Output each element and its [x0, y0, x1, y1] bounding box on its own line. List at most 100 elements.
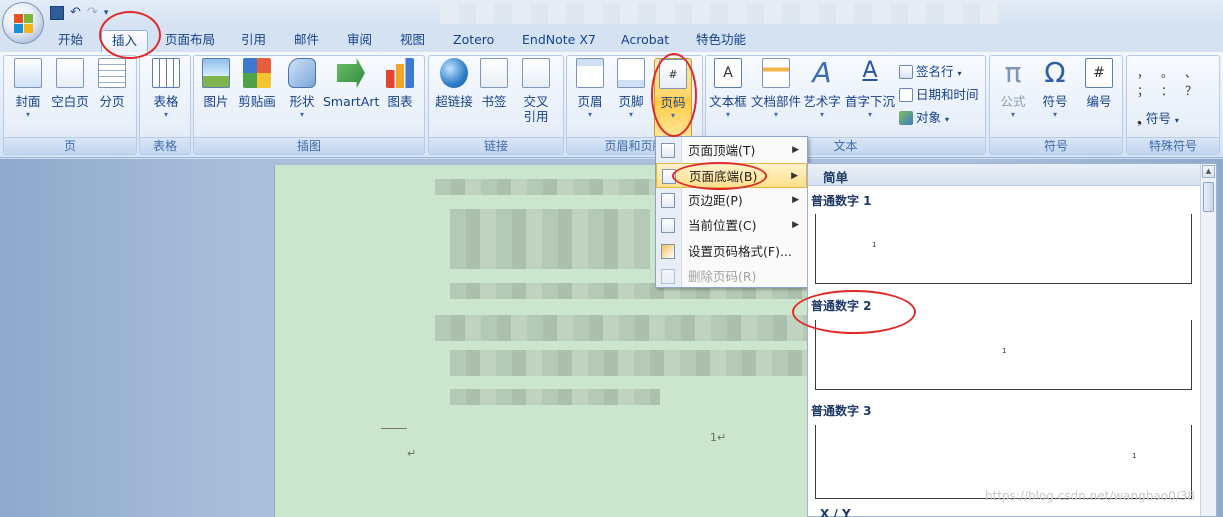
hyperlink-button[interactable]: 超链接	[433, 58, 475, 110]
equation-button[interactable]: π 公式 ▾	[996, 58, 1030, 120]
chart-button[interactable]: 图表	[382, 58, 418, 110]
page-number-menu: 页面顶端(T) ▶ 页面底端(B) ▶ 页边距(P) ▶ 当前位置(C) ▶ 设…	[655, 136, 808, 288]
dropdown-arrow-icon: ▾	[299, 110, 304, 119]
omega-icon: Ω	[1044, 56, 1066, 89]
gallery-item-plain-number-1[interactable]: 1	[815, 214, 1192, 284]
bookmark-button[interactable]: 书签	[478, 58, 510, 110]
current-position-icon	[661, 218, 675, 233]
thumb-page-number: 1	[1002, 347, 1007, 355]
blank-page-button[interactable]: 空白页	[49, 58, 91, 110]
footer-button[interactable]: 页脚 ▾	[614, 58, 648, 120]
symbol-comma[interactable]: ，	[1137, 64, 1161, 82]
submenu-arrow-icon: ▶	[792, 195, 799, 205]
drop-cap-icon: A	[862, 58, 878, 83]
picture-button[interactable]: 图片	[200, 58, 232, 110]
shapes-button[interactable]: 形状 ▾	[282, 58, 322, 120]
menu-item-top-of-page[interactable]: 页面顶端(T) ▶	[656, 138, 807, 163]
tab-page-layout[interactable]: 页面布局	[155, 30, 225, 52]
menu-item-format-page-numbers[interactable]: 设置页码格式(F)...	[656, 239, 807, 264]
undo-icon[interactable]: ↶	[70, 5, 81, 20]
quick-parts-button[interactable]: 文档部件 ▾	[750, 58, 802, 120]
symbol-colon[interactable]: ：	[1161, 82, 1185, 100]
redo-icon[interactable]: ↷	[87, 5, 98, 20]
signature-line-button[interactable]: 签名行 ▾	[899, 61, 962, 80]
dropdown-arrow-icon: ▾	[725, 110, 730, 119]
gallery-item-label: 普通数字 1	[811, 194, 872, 208]
top-of-page-icon	[661, 143, 675, 158]
symbol-period[interactable]: 。	[1161, 64, 1185, 82]
header-icon	[576, 58, 604, 88]
group-pages-label: 页	[4, 137, 136, 154]
smartart-button[interactable]: SmartArt	[323, 58, 379, 110]
submenu-arrow-icon: ▶	[791, 171, 798, 181]
tab-mailings[interactable]: 邮件	[284, 30, 329, 52]
dropdown-arrow-icon: ▾	[773, 110, 778, 119]
submenu-arrow-icon: ▶	[792, 145, 799, 155]
footer-icon	[617, 58, 645, 88]
special-symbols-gallery[interactable]: ，。、 ；：？	[1137, 64, 1213, 100]
save-icon[interactable]	[50, 5, 64, 20]
symbol-button[interactable]: Ω 符号 ▾	[1038, 58, 1072, 120]
blurred-text	[450, 350, 815, 376]
tab-references[interactable]: 引用	[231, 30, 276, 52]
group-symbols: π 公式 ▾ Ω 符号 ▾ # 编号 符号	[989, 55, 1123, 155]
symbol-semicolon[interactable]: ；	[1137, 82, 1161, 100]
tab-endnote[interactable]: EndNote X7	[512, 30, 606, 52]
object-button[interactable]: 对象 ▾	[899, 107, 949, 126]
tab-acrobat[interactable]: Acrobat	[611, 30, 679, 52]
customize-qat-icon[interactable]: ▾	[104, 8, 109, 18]
dropdown-arrow-icon: ▾	[628, 110, 633, 119]
dropdown-arrow-icon: ▾	[1174, 116, 1179, 125]
symbol-enumeration-comma[interactable]: 、	[1185, 64, 1209, 82]
blurred-text	[450, 209, 650, 269]
header-button[interactable]: 页眉 ▾	[573, 58, 607, 120]
gallery-scrollbar[interactable]: ▲	[1200, 164, 1216, 516]
scroll-thumb[interactable]	[1203, 182, 1214, 212]
blurred-text	[450, 389, 660, 405]
dropdown-arrow-icon: ▾	[867, 110, 872, 119]
date-time-button[interactable]: 日期和时间	[899, 84, 979, 103]
dropdown-arrow-icon: ▾	[957, 69, 962, 78]
special-symbol-icon: ❟	[1137, 111, 1142, 126]
quick-parts-icon	[762, 58, 790, 88]
gallery-item-label: X / Y	[820, 507, 851, 517]
special-symbol-button[interactable]: ❟ 符号 ▾	[1137, 108, 1179, 127]
menu-item-page-margins[interactable]: 页边距(P) ▶	[656, 188, 807, 213]
blank-page-icon	[56, 58, 84, 88]
group-illustrations-label: 插图	[194, 137, 424, 154]
dropdown-arrow-icon: ▾	[587, 110, 592, 119]
cover-page-button[interactable]: 封面 ▾	[10, 58, 46, 120]
annotation-circle-insert-tab	[99, 11, 161, 59]
scroll-up-icon[interactable]: ▲	[1202, 165, 1215, 178]
menu-item-remove-page-numbers[interactable]: 删除页码(R)	[656, 264, 807, 289]
tab-home[interactable]: 开始	[48, 30, 93, 52]
office-button[interactable]	[2, 2, 44, 44]
watermark: https://blog.csdn.net/wangbao0/38	[985, 489, 1196, 503]
tab-review[interactable]: 审阅	[337, 30, 382, 52]
cross-reference-icon	[522, 58, 550, 88]
format-page-numbers-icon	[661, 244, 675, 259]
menu-item-current-position[interactable]: 当前位置(C) ▶	[656, 213, 807, 238]
group-links-label: 链接	[429, 137, 563, 154]
gallery-item-label: 普通数字 3	[811, 404, 872, 418]
tab-special-features[interactable]: 特色功能	[686, 30, 756, 52]
clip-art-button[interactable]: 剪贴画	[237, 58, 277, 110]
group-special-symbols-label: 特殊符号	[1127, 137, 1219, 154]
picture-icon	[202, 58, 230, 88]
group-tables: 表格 ▾ 表格	[139, 55, 191, 155]
tab-zotero[interactable]: Zotero	[443, 30, 504, 52]
tab-view[interactable]: 视图	[390, 30, 435, 52]
footnote-separator	[381, 428, 407, 429]
table-button[interactable]: 表格 ▾	[146, 58, 186, 120]
page-break-button[interactable]: 分页	[94, 58, 130, 110]
annotation-circle-page-number	[651, 53, 697, 137]
numbering-button[interactable]: # 编号	[1082, 58, 1116, 110]
cross-reference-button[interactable]: 交叉 引用	[520, 58, 552, 124]
drop-cap-button[interactable]: A 首字下沉 ▾	[844, 58, 896, 120]
gallery-item-plain-number-3[interactable]: 1	[815, 425, 1192, 499]
date-time-icon	[899, 88, 913, 102]
annotation-circle-plain-number-2	[792, 290, 916, 334]
symbol-question[interactable]: ？	[1185, 82, 1209, 100]
wordart-button[interactable]: A 艺术字 ▾	[802, 58, 842, 120]
text-box-button[interactable]: A 文本框 ▾	[708, 58, 748, 120]
